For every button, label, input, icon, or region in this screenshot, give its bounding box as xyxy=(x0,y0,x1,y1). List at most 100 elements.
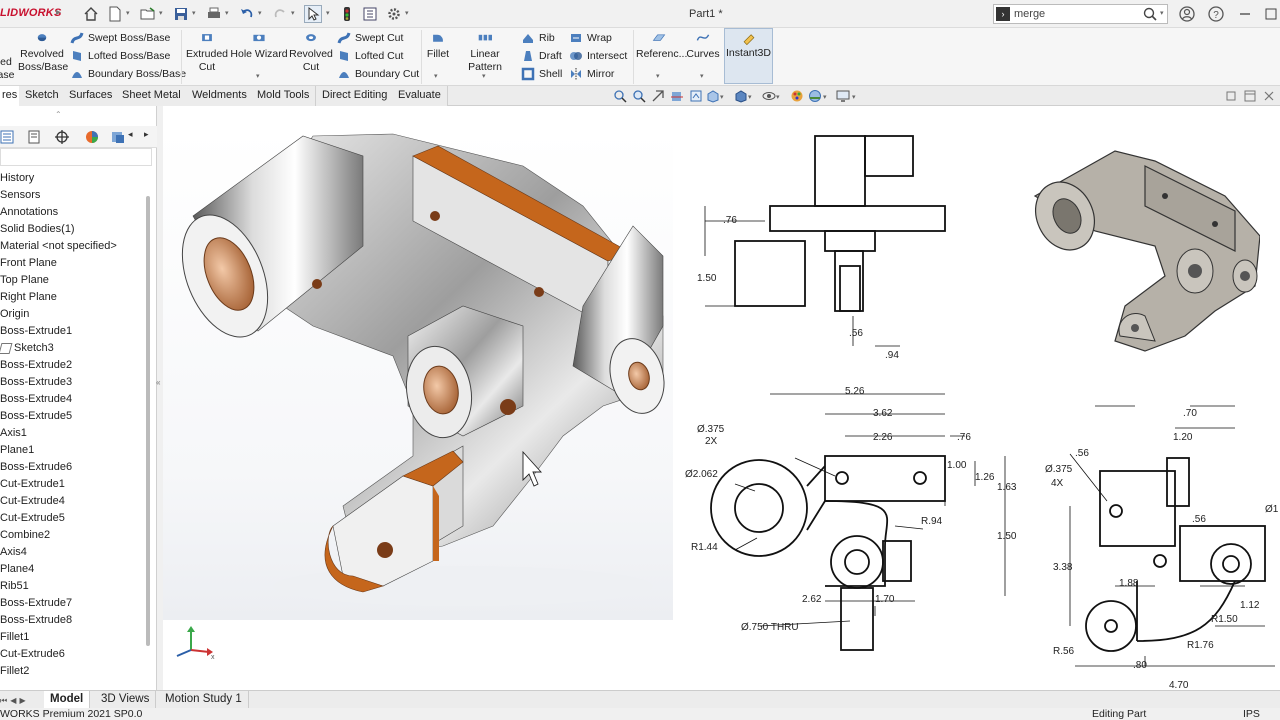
boundary-boss-button[interactable]: Boundary Boss/Base xyxy=(70,66,186,82)
tree-node[interactable]: Fillet2 xyxy=(0,663,148,680)
first-tab-icon[interactable]: ⏮ xyxy=(0,696,7,705)
edit-appearance-icon[interactable] xyxy=(790,89,804,103)
swept-boss-button[interactable]: Swept Boss/Base xyxy=(70,30,170,46)
boundary-cut-button[interactable]: Boundary Cut xyxy=(337,66,419,82)
viewport-tile-icon[interactable] xyxy=(1243,89,1257,103)
view-orientation-dropdown-icon[interactable]: ▾ xyxy=(720,93,724,101)
tree-node[interactable]: Boss-Extrude5 xyxy=(0,408,148,425)
menu-chevron-icon[interactable]: ▸ xyxy=(56,7,61,18)
open-folder-icon[interactable] xyxy=(139,5,157,23)
tree-node[interactable]: Cut-Extrude1 xyxy=(0,476,148,493)
new-document-icon[interactable] xyxy=(106,5,124,23)
hole-wizard-button[interactable]: Hole Wizard xyxy=(230,32,288,61)
undo-icon[interactable] xyxy=(238,5,256,23)
file-properties-icon[interactable] xyxy=(361,5,379,23)
section-view-icon[interactable] xyxy=(670,89,684,103)
hide-show-items-icon[interactable] xyxy=(762,89,776,103)
extruded-boss-button[interactable]: ed ase xyxy=(0,34,16,82)
select-dropdown-icon[interactable]: ▾ xyxy=(326,9,330,17)
linear-pattern-button[interactable]: Linear Pattern xyxy=(453,32,517,74)
tab-mold-tools[interactable]: Mold Tools xyxy=(251,86,317,106)
reference-geometry-button[interactable]: Referenc... xyxy=(636,32,687,61)
tree-node[interactable]: Boss-Extrude7 xyxy=(0,595,148,612)
tab-3d-views[interactable]: 3D Views xyxy=(95,691,157,709)
hide-show-dropdown-icon[interactable]: ▾ xyxy=(776,93,780,101)
curves-dropdown-icon[interactable]: ▾ xyxy=(700,72,704,80)
tab-sketch[interactable]: Sketch xyxy=(19,86,66,106)
prev-tab-icon[interactable]: ◀ xyxy=(10,696,16,705)
traffic-light-icon[interactable] xyxy=(338,5,356,23)
tree-tabs-right-icon[interactable]: ▸ xyxy=(144,129,149,140)
next-tab-icon[interactable]: ▶ xyxy=(19,696,25,705)
tab-motion-study-1[interactable]: Motion Study 1 xyxy=(159,691,249,709)
tree-node[interactable]: Boss-Extrude4 xyxy=(0,391,148,408)
tree-node[interactable]: Axis1 xyxy=(0,425,148,442)
tree-node[interactable]: Plane4 xyxy=(0,561,148,578)
revolved-cut-button[interactable]: Revolved Cut xyxy=(289,32,333,74)
reference-geometry-dropdown-icon[interactable]: ▾ xyxy=(656,72,660,80)
tree-node[interactable]: Annotations xyxy=(0,204,148,221)
view-settings-icon[interactable] xyxy=(836,89,850,103)
tree-node[interactable]: Cut-Extrude6 xyxy=(0,646,148,663)
wrap-button[interactable]: Wrap xyxy=(569,30,612,46)
minimize-icon[interactable] xyxy=(1236,5,1254,23)
tab-weldments[interactable]: Weldments xyxy=(186,86,254,106)
graphics-area[interactable]: x .76 1.50 .56 .94 5.26 3.62 2.26 .76 Ø.… xyxy=(163,106,1280,691)
viewport-close-icon[interactable] xyxy=(1262,89,1276,103)
save-dropdown-icon[interactable]: ▾ xyxy=(192,9,196,17)
apply-scene-icon[interactable] xyxy=(808,89,822,103)
curves-button[interactable]: Curves xyxy=(684,32,722,61)
search-dropdown-icon[interactable]: ▾ xyxy=(1160,9,1164,17)
rib-button[interactable]: Rib xyxy=(521,30,555,46)
command-search-icon[interactable]: › xyxy=(996,7,1010,21)
open-dropdown-icon[interactable]: ▾ xyxy=(159,9,163,17)
feature-manager-icon[interactable] xyxy=(0,129,16,145)
configuration-manager-icon[interactable] xyxy=(54,129,70,145)
tree-node[interactable]: Sketch3 xyxy=(0,340,148,357)
intersect-button[interactable]: Intersect xyxy=(569,48,627,64)
lofted-boss-button[interactable]: Lofted Boss/Base xyxy=(70,48,170,64)
tree-node[interactable]: Top Plane xyxy=(0,272,148,289)
tree-tabs-left-icon[interactable]: ◂ xyxy=(128,129,133,140)
tree-filter-input[interactable] xyxy=(0,148,152,166)
hole-wizard-dropdown-icon[interactable]: ▾ xyxy=(256,72,260,80)
3d-model-view[interactable] xyxy=(163,106,673,690)
instant3d-button[interactable]: Instant3D xyxy=(724,28,773,84)
mirror-button[interactable]: Mirror xyxy=(569,66,614,82)
previous-view-icon[interactable] xyxy=(651,89,665,103)
tree-node[interactable]: Rib51 xyxy=(0,578,148,595)
redo-icon[interactable] xyxy=(271,5,289,23)
tab-evaluate[interactable]: Evaluate xyxy=(392,86,448,106)
tree-node[interactable]: Cut-Extrude5 xyxy=(0,510,148,527)
options-dropdown-icon[interactable]: ▾ xyxy=(405,9,409,17)
fillet-button[interactable]: Fillet xyxy=(425,32,451,61)
lofted-cut-button[interactable]: Lofted Cut xyxy=(337,48,403,64)
tree-node[interactable]: Boss-Extrude1 xyxy=(0,323,148,340)
tab-sheet-metal[interactable]: Sheet Metal xyxy=(116,86,188,106)
tree-node[interactable]: Plane1 xyxy=(0,442,148,459)
user-icon[interactable] xyxy=(1178,5,1196,23)
splitter-grip-icon[interactable]: « xyxy=(156,378,160,387)
zoom-to-area-icon[interactable] xyxy=(632,89,646,103)
undo-dropdown-icon[interactable]: ▾ xyxy=(258,9,262,17)
tree-node[interactable]: Combine2 xyxy=(0,527,148,544)
view-orientation-icon[interactable] xyxy=(706,89,720,103)
dynamic-annotation-icon[interactable] xyxy=(689,89,703,103)
save-icon[interactable] xyxy=(172,5,190,23)
unit-system[interactable]: IPS xyxy=(1243,708,1260,720)
tree-node[interactable]: Fillet1 xyxy=(0,629,148,646)
tree-node[interactable]: Axis4 xyxy=(0,544,148,561)
revolved-boss-button[interactable]: Revolved Boss/Base xyxy=(18,32,68,74)
print-dropdown-icon[interactable]: ▾ xyxy=(225,9,229,17)
tree-node[interactable]: Sensors xyxy=(0,187,148,204)
tree-node[interactable]: Boss-Extrude8 xyxy=(0,612,148,629)
tree-node[interactable]: Cut-Extrude4 xyxy=(0,493,148,510)
tree-node[interactable]: Material <not specified> xyxy=(0,238,148,255)
search-input[interactable] xyxy=(1014,7,1134,21)
select-arrow-icon[interactable] xyxy=(304,5,322,23)
tab-model[interactable]: Model xyxy=(44,691,91,709)
tree-scrollbar[interactable] xyxy=(146,196,150,646)
display-style-dropdown-icon[interactable]: ▾ xyxy=(748,93,752,101)
property-manager-icon[interactable] xyxy=(26,129,42,145)
tree-node[interactable]: Front Plane xyxy=(0,255,148,272)
